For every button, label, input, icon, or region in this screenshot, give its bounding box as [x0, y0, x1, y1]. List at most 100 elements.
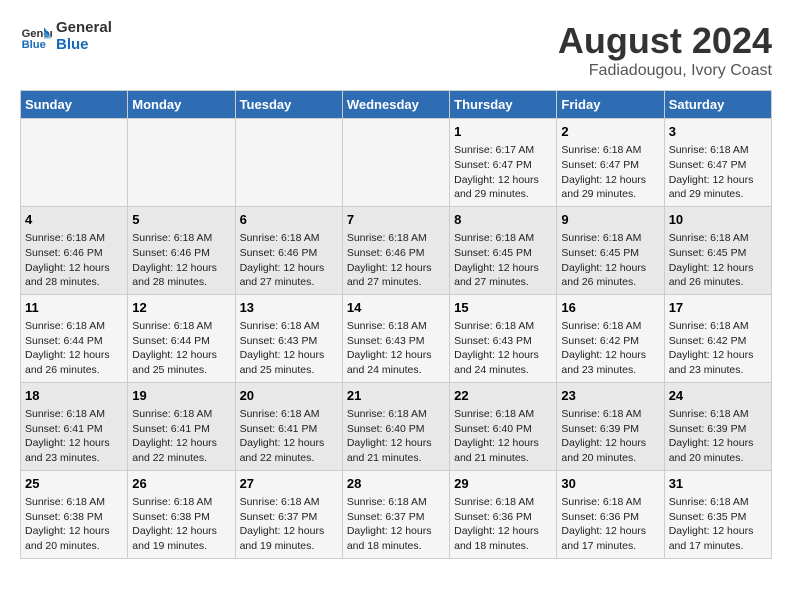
day-info: Sunrise: 6:18 AM Sunset: 6:37 PM Dayligh…: [240, 495, 338, 554]
day-number: 16: [561, 299, 659, 317]
calendar-cell: [342, 119, 449, 207]
calendar-cell: 14 Sunrise: 6:18 AM Sunset: 6:43 PM Dayli…: [342, 294, 449, 382]
day-header-wednesday: Wednesday: [342, 91, 449, 119]
calendar-cell: 25 Sunrise: 6:18 AM Sunset: 6:38 PM Dayli…: [21, 470, 128, 558]
day-info: Sunrise: 6:18 AM Sunset: 6:47 PM Dayligh…: [561, 143, 659, 202]
day-info: Sunrise: 6:18 AM Sunset: 6:42 PM Dayligh…: [561, 319, 659, 378]
day-number: 3: [669, 123, 767, 141]
day-number: 8: [454, 211, 552, 229]
day-number: 13: [240, 299, 338, 317]
calendar-cell: 30Sunrise: 6:18 AM Sunset: 6:36 PM Dayli…: [557, 470, 664, 558]
day-info: Sunrise: 6:18 AM Sunset: 6:41 PM Dayligh…: [25, 407, 123, 466]
day-number: 15: [454, 299, 552, 317]
calendar-cell: 6Sunrise: 6:18 AM Sunset: 6:46 PM Daylig…: [235, 206, 342, 294]
day-info: Sunrise: 6:18 AM Sunset: 6:39 PM Dayligh…: [669, 407, 767, 466]
calendar-cell: 8Sunrise: 6:18 AM Sunset: 6:45 PM Daylig…: [450, 206, 557, 294]
week-row-5: 25 Sunrise: 6:18 AM Sunset: 6:38 PM Dayli…: [21, 470, 772, 558]
subtitle: Fadiadougou, Ivory Coast: [558, 62, 772, 80]
title-block: August 2024 Fadiadougou, Ivory Coast: [558, 20, 772, 80]
day-info: Sunrise: 6:18 AM Sunset: 6:37 PM Dayligh…: [347, 495, 445, 554]
calendar-cell: 27 Sunrise: 6:18 AM Sunset: 6:37 PM Dayli…: [235, 470, 342, 558]
day-number: 21: [347, 387, 445, 405]
day-number: 1: [454, 123, 552, 141]
calendar-cell: 2 Sunrise: 6:18 AM Sunset: 6:47 PM Daylig…: [557, 119, 664, 207]
day-number: 26: [132, 475, 230, 493]
day-number: 12: [132, 299, 230, 317]
day-number: 7: [347, 211, 445, 229]
day-info: Sunrise: 6:18 AM Sunset: 6:40 PM Dayligh…: [454, 407, 552, 466]
calendar-cell: 19 Sunrise: 6:18 AM Sunset: 6:41 PM Dayli…: [128, 382, 235, 470]
calendar-cell: 29Sunrise: 6:18 AM Sunset: 6:36 PM Dayli…: [450, 470, 557, 558]
day-number: 27: [240, 475, 338, 493]
logo-blue: Blue: [56, 37, 112, 54]
day-info: Sunrise: 6:18 AM Sunset: 6:47 PM Dayligh…: [669, 143, 767, 202]
day-number: 24: [669, 387, 767, 405]
day-info: Sunrise: 6:18 AM Sunset: 6:46 PM Dayligh…: [240, 231, 338, 290]
day-number: 23: [561, 387, 659, 405]
day-number: 25: [25, 475, 123, 493]
day-number: 2: [561, 123, 659, 141]
day-header-friday: Friday: [557, 91, 664, 119]
day-info: Sunrise: 6:18 AM Sunset: 6:42 PM Dayligh…: [669, 319, 767, 378]
day-info: Sunrise: 6:18 AM Sunset: 6:46 PM Dayligh…: [347, 231, 445, 290]
week-row-4: 18Sunrise: 6:18 AM Sunset: 6:41 PM Dayli…: [21, 382, 772, 470]
calendar-header-row: SundayMondayTuesdayWednesdayThursdayFrid…: [21, 91, 772, 119]
day-info: Sunrise: 6:18 AM Sunset: 6:35 PM Dayligh…: [669, 495, 767, 554]
day-number: 17: [669, 299, 767, 317]
calendar-body: 1Sunrise: 6:17 AM Sunset: 6:47 PM Daylig…: [21, 119, 772, 559]
day-number: 20: [240, 387, 338, 405]
calendar-cell: 15 Sunrise: 6:18 AM Sunset: 6:43 PM Dayli…: [450, 294, 557, 382]
calendar-cell: 5Sunrise: 6:18 AM Sunset: 6:46 PM Daylig…: [128, 206, 235, 294]
day-number: 28: [347, 475, 445, 493]
day-number: 11: [25, 299, 123, 317]
day-header-tuesday: Tuesday: [235, 91, 342, 119]
calendar-cell: 11 Sunrise: 6:18 AM Sunset: 6:44 PM Dayli…: [21, 294, 128, 382]
calendar-cell: 9Sunrise: 6:18 AM Sunset: 6:45 PM Daylig…: [557, 206, 664, 294]
day-info: Sunrise: 6:18 AM Sunset: 6:44 PM Dayligh…: [25, 319, 123, 378]
calendar-cell: 23 Sunrise: 6:18 AM Sunset: 6:39 PM Dayli…: [557, 382, 664, 470]
calendar-cell: [235, 119, 342, 207]
day-number: 31: [669, 475, 767, 493]
day-info: Sunrise: 6:18 AM Sunset: 6:43 PM Dayligh…: [347, 319, 445, 378]
day-info: Sunrise: 6:18 AM Sunset: 6:43 PM Dayligh…: [240, 319, 338, 378]
calendar-cell: [128, 119, 235, 207]
day-info: Sunrise: 6:18 AM Sunset: 6:44 PM Dayligh…: [132, 319, 230, 378]
day-header-monday: Monday: [128, 91, 235, 119]
calendar-table: SundayMondayTuesdayWednesdayThursdayFrid…: [20, 90, 772, 559]
day-number: 19: [132, 387, 230, 405]
day-number: 9: [561, 211, 659, 229]
calendar-cell: 31 Sunrise: 6:18 AM Sunset: 6:35 PM Dayli…: [664, 470, 771, 558]
day-header-thursday: Thursday: [450, 91, 557, 119]
day-number: 4: [25, 211, 123, 229]
logo-general: General: [56, 20, 112, 37]
logo-icon: General Blue: [20, 21, 52, 53]
calendar-cell: 17 Sunrise: 6:18 AM Sunset: 6:42 PM Dayli…: [664, 294, 771, 382]
day-info: Sunrise: 6:18 AM Sunset: 6:45 PM Dayligh…: [669, 231, 767, 290]
calendar-cell: 22Sunrise: 6:18 AM Sunset: 6:40 PM Dayli…: [450, 382, 557, 470]
day-info: Sunrise: 6:18 AM Sunset: 6:41 PM Dayligh…: [132, 407, 230, 466]
day-info: Sunrise: 6:18 AM Sunset: 6:43 PM Dayligh…: [454, 319, 552, 378]
calendar-cell: 1Sunrise: 6:17 AM Sunset: 6:47 PM Daylig…: [450, 119, 557, 207]
day-info: Sunrise: 6:18 AM Sunset: 6:46 PM Dayligh…: [25, 231, 123, 290]
calendar-cell: 4 Sunrise: 6:18 AM Sunset: 6:46 PM Daylig…: [21, 206, 128, 294]
calendar-cell: 12 Sunrise: 6:18 AM Sunset: 6:44 PM Dayli…: [128, 294, 235, 382]
day-number: 30: [561, 475, 659, 493]
calendar-cell: [21, 119, 128, 207]
calendar-cell: 28 Sunrise: 6:18 AM Sunset: 6:37 PM Dayli…: [342, 470, 449, 558]
main-title: August 2024: [558, 20, 772, 62]
day-info: Sunrise: 6:18 AM Sunset: 6:41 PM Dayligh…: [240, 407, 338, 466]
calendar-cell: 26Sunrise: 6:18 AM Sunset: 6:38 PM Dayli…: [128, 470, 235, 558]
day-number: 14: [347, 299, 445, 317]
svg-text:Blue: Blue: [22, 39, 46, 51]
calendar-cell: 13 Sunrise: 6:18 AM Sunset: 6:43 PM Dayli…: [235, 294, 342, 382]
calendar-cell: 10Sunrise: 6:18 AM Sunset: 6:45 PM Dayli…: [664, 206, 771, 294]
page-header: General Blue General Blue August 2024 Fa…: [20, 20, 772, 80]
day-number: 29: [454, 475, 552, 493]
day-info: Sunrise: 6:18 AM Sunset: 6:38 PM Dayligh…: [25, 495, 123, 554]
week-row-2: 4 Sunrise: 6:18 AM Sunset: 6:46 PM Daylig…: [21, 206, 772, 294]
calendar-cell: 3 Sunrise: 6:18 AM Sunset: 6:47 PM Daylig…: [664, 119, 771, 207]
day-info: Sunrise: 6:18 AM Sunset: 6:39 PM Dayligh…: [561, 407, 659, 466]
week-row-3: 11 Sunrise: 6:18 AM Sunset: 6:44 PM Dayli…: [21, 294, 772, 382]
day-header-saturday: Saturday: [664, 91, 771, 119]
calendar-cell: 24 Sunrise: 6:18 AM Sunset: 6:39 PM Dayli…: [664, 382, 771, 470]
